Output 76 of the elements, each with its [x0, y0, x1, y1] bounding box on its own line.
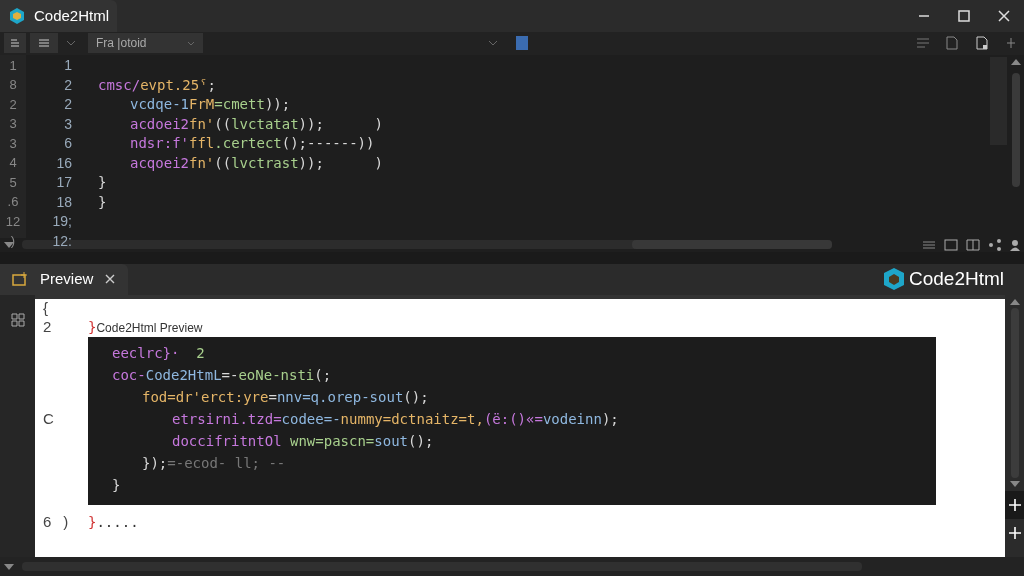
code-line: }Code2Html Preview — [88, 317, 203, 337]
line-number: 2 — [9, 95, 17, 114]
close-icon — [998, 10, 1010, 22]
zoom-in-button[interactable] — [1005, 490, 1024, 519]
line-number: 18 — [56, 192, 72, 212]
code-line: } — [98, 173, 107, 193]
list-icon — [38, 37, 50, 50]
scroll-down-icon[interactable] — [1009, 480, 1020, 487]
code-line: eeclrc}· 2 — [112, 344, 205, 364]
plus-icon — [1008, 498, 1021, 511]
code-line: } — [98, 192, 107, 212]
caret-icon — [187, 40, 195, 46]
window-title: Code2Html — [34, 5, 110, 26]
close-icon[interactable] — [105, 274, 116, 285]
line-number: 2 — [64, 95, 72, 115]
outdent-button[interactable] — [4, 33, 26, 54]
code-line: coc-Code2HtmL=-eoNe-nsti(; — [112, 366, 332, 386]
line-number: 19; — [52, 212, 72, 232]
vertical-scrollbar[interactable] — [1011, 72, 1020, 187]
layout-icon[interactable] — [10, 312, 25, 327]
line-number: 3 — [9, 115, 17, 134]
preview-tab[interactable]: Preview — [0, 263, 128, 295]
window-icon[interactable] — [944, 238, 958, 251]
line-number: 12: — [52, 231, 72, 251]
line-number: 12 — [5, 212, 21, 231]
font-dropdown[interactable]: Fra |otoid — [88, 33, 203, 54]
line-number: C — [43, 409, 54, 430]
lines-icon — [9, 37, 21, 50]
line-number: ) — [63, 512, 69, 533]
list-button[interactable] — [30, 33, 58, 54]
line-number: 1 — [9, 56, 17, 75]
code-line: doccifritntOl wnw=pascn=sout(); — [172, 432, 434, 452]
code-line: } — [112, 476, 121, 496]
maximize-icon — [958, 10, 970, 22]
grid-icon[interactable] — [922, 239, 936, 250]
line-number: .6 — [7, 193, 19, 212]
code-line: cmsc/evpt.25ˤ; — [98, 75, 217, 95]
scroll-up-icon[interactable] — [1010, 58, 1021, 65]
preview-icon — [12, 272, 28, 287]
line-number: 6 — [43, 512, 52, 533]
code-line: ndsr:f'ffl.certect();------)) — [130, 134, 375, 154]
plus-icon — [1008, 526, 1021, 539]
scroll-up-icon[interactable] — [1009, 298, 1020, 305]
lines-icon — [916, 37, 930, 50]
caret-icon[interactable] — [488, 40, 498, 47]
code-line: vcdqe-1FrM=cmett)); — [130, 95, 291, 115]
collapse-arrow-icon[interactable] — [4, 563, 14, 570]
caret-icon[interactable] — [66, 40, 76, 47]
file-icon — [976, 36, 988, 51]
line-number: 8 — [9, 76, 17, 95]
pin-icon[interactable] — [1006, 38, 1016, 49]
split-view-icon[interactable] — [966, 238, 980, 251]
line-number: 1 — [64, 56, 72, 76]
share-icon[interactable] — [988, 238, 1002, 251]
line-number: 3 — [9, 134, 17, 153]
line-number: 5 — [9, 173, 17, 192]
line-number: 3 — [64, 114, 72, 134]
line-number: { — [43, 297, 48, 318]
line-number: 16 — [56, 153, 72, 173]
brand-name: Code2Html — [908, 266, 1004, 291]
app-logo-icon — [8, 7, 26, 25]
line-number: 17 — [56, 173, 72, 193]
code-line: });=-ecod- ll; -- — [142, 454, 286, 474]
line-number: ) — [10, 232, 16, 251]
person-icon[interactable] — [1010, 238, 1020, 251]
line-number: 6 — [64, 134, 72, 154]
code-line: fod=dr'erct:yre=nnv=q.orep-sout(); — [142, 388, 429, 408]
code-line: etrsirni.tzd=codee=-nummy=dctnaitz=t,(ë:()«=vodeinn); — [172, 410, 619, 430]
code-line: acqoei2fn'((lvctrast)); ) — [130, 153, 383, 173]
file-icon — [946, 36, 958, 51]
line-number: 2 — [43, 316, 52, 337]
app-logo-icon — [882, 267, 905, 292]
code-line: acdoei2fn'((lvctatat)); ) — [130, 114, 383, 134]
code-line: }..... — [88, 513, 139, 533]
line-number: 2 — [64, 75, 72, 95]
line-number: 4 — [9, 154, 17, 173]
